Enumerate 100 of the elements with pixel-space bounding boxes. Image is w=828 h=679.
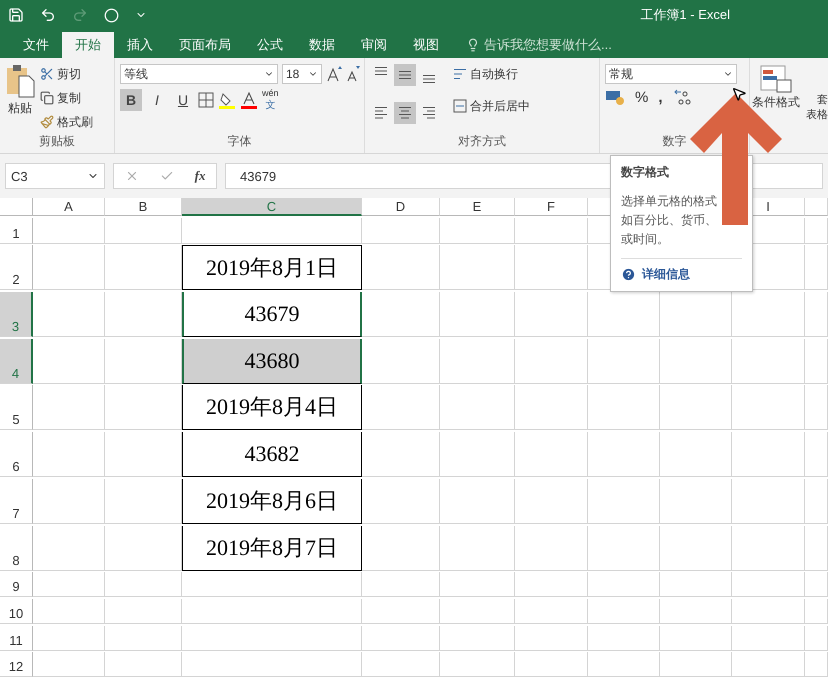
grid-cell[interactable] <box>182 626 362 651</box>
phonetic-label[interactable]: wén <box>262 88 279 98</box>
grid-cell[interactable] <box>660 652 732 678</box>
grid-cell[interactable] <box>732 598 805 624</box>
grid-cell[interactable] <box>182 218 362 244</box>
percent-style[interactable]: % <box>635 88 648 106</box>
grid-cell[interactable] <box>33 572 105 598</box>
increase-decimal-icon[interactable] <box>672 88 693 106</box>
grid-cell[interactable] <box>732 626 805 651</box>
grid-cell[interactable] <box>805 526 828 570</box>
grid-cell[interactable] <box>515 338 588 384</box>
grid-cell[interactable] <box>362 598 440 624</box>
font-style-button[interactable]: U <box>172 89 194 111</box>
grid-cell[interactable] <box>588 572 660 598</box>
conditional-format-label[interactable]: 条件格式 <box>752 94 800 111</box>
grid-cell[interactable] <box>588 432 660 478</box>
grid-cell[interactable] <box>732 572 805 598</box>
grid-cell[interactable] <box>805 385 828 430</box>
grid-cell[interactable] <box>588 478 660 524</box>
grid-cell[interactable] <box>33 526 105 570</box>
tell-me-search[interactable]: 告诉我您想要做什么... <box>466 32 612 58</box>
grid-cell[interactable] <box>105 626 182 651</box>
grid-cell[interactable] <box>515 245 588 290</box>
grid-cell[interactable] <box>515 478 588 524</box>
comma-style[interactable]: , <box>658 88 663 106</box>
grid-cell[interactable] <box>660 598 732 624</box>
row-header[interactable]: 4 <box>0 338 33 384</box>
number-format-dropdown[interactable]: 常规 <box>605 64 737 84</box>
name-box[interactable]: C3 <box>5 163 105 189</box>
grid-cell[interactable] <box>362 245 440 290</box>
grid-cell[interactable] <box>732 385 805 430</box>
grid-cell[interactable] <box>515 526 588 570</box>
grid-cell[interactable] <box>440 572 515 598</box>
grid-cell[interactable] <box>33 338 105 384</box>
row-header[interactable]: 5 <box>0 385 33 430</box>
grid-cell[interactable] <box>182 652 362 678</box>
grid-cell[interactable] <box>362 572 440 598</box>
grid-cell[interactable] <box>805 598 828 624</box>
fill-color-icon[interactable] <box>218 91 236 109</box>
grid-cell[interactable] <box>182 572 362 598</box>
grid-cell[interactable] <box>805 478 828 524</box>
row-header[interactable]: 9 <box>0 572 33 598</box>
grid-cell[interactable] <box>33 245 105 290</box>
grid-cell[interactable] <box>362 478 440 524</box>
grid-cell[interactable] <box>515 598 588 624</box>
grid-cell[interactable] <box>732 432 805 478</box>
grid-cell[interactable] <box>33 385 105 430</box>
phonetic-label[interactable]: 文 <box>265 98 276 112</box>
column-header[interactable]: F <box>515 198 588 216</box>
grid-cell[interactable] <box>362 385 440 430</box>
column-header[interactable]: C <box>182 198 362 216</box>
touch-mode-icon[interactable] <box>104 8 119 22</box>
ribbon-tab[interactable]: 页面布局 <box>166 32 244 58</box>
more-info-link[interactable]: 详细信息 <box>621 258 742 283</box>
grid-cell[interactable] <box>362 218 440 244</box>
ribbon-tab[interactable]: 视图 <box>400 32 452 58</box>
font-name-field[interactable]: 等线 <box>120 64 278 84</box>
grid-cell[interactable] <box>660 478 732 524</box>
grid-cell[interactable] <box>362 338 440 384</box>
ribbon-tab[interactable]: 审阅 <box>348 32 400 58</box>
grid-cell[interactable] <box>362 292 440 338</box>
font-color-icon[interactable] <box>240 91 258 109</box>
grid-cell[interactable] <box>515 626 588 651</box>
column-header[interactable]: D <box>362 198 440 216</box>
grid-cell[interactable] <box>33 598 105 624</box>
grid-cell[interactable] <box>660 338 732 384</box>
grid-cell[interactable] <box>732 478 805 524</box>
paste-icon[interactable] <box>5 64 35 98</box>
select-all-corner[interactable] <box>0 198 33 216</box>
row-header[interactable]: 7 <box>0 478 33 524</box>
wrap-text-button[interactable]: 自动换行 <box>453 64 530 84</box>
row-header[interactable]: 3 <box>0 292 33 338</box>
column-header[interactable] <box>805 198 828 216</box>
format-painter-button[interactable]: 格式刷 <box>40 112 93 132</box>
grid-cell[interactable] <box>515 432 588 478</box>
grid-cell[interactable] <box>732 526 805 570</box>
grid-cell[interactable] <box>588 385 660 430</box>
grid-cell[interactable] <box>660 385 732 430</box>
conditional-format-icon[interactable] <box>759 64 793 94</box>
align-button[interactable] <box>394 64 416 86</box>
grid-cell[interactable] <box>805 652 828 678</box>
grid-cell[interactable] <box>33 218 105 244</box>
grid-cell[interactable] <box>660 572 732 598</box>
grid-cell[interactable] <box>440 598 515 624</box>
insert-function-button[interactable]: fx <box>194 168 206 184</box>
grid-cell[interactable] <box>362 526 440 570</box>
grid-cell[interactable] <box>805 432 828 478</box>
grid-cell[interactable] <box>588 338 660 384</box>
grid-cell[interactable] <box>732 338 805 384</box>
grid-cell[interactable] <box>588 598 660 624</box>
grid-cell[interactable] <box>440 292 515 338</box>
grid-cell[interactable] <box>440 385 515 430</box>
font-size-field[interactable]: 18 <box>282 64 322 84</box>
row-header[interactable]: 2 <box>0 245 33 290</box>
grid-cell[interactable] <box>805 245 828 290</box>
grid-cell[interactable] <box>805 338 828 384</box>
grid-cell[interactable] <box>33 432 105 478</box>
grid-cell[interactable] <box>440 432 515 478</box>
row-header[interactable]: 8 <box>0 526 33 570</box>
grid-cell[interactable] <box>182 598 362 624</box>
